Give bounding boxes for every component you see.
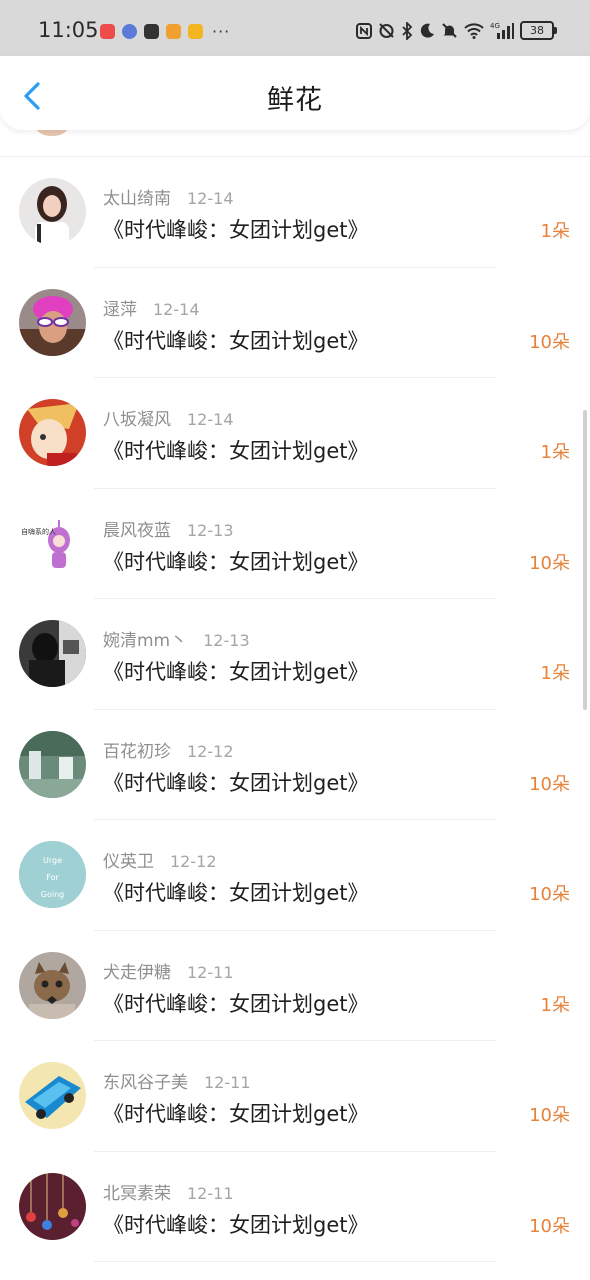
system-icons: 4G 38 xyxy=(356,21,557,40)
item-date: 12-14 xyxy=(153,299,200,319)
item-date: 12-11 xyxy=(204,1073,251,1092)
book-title[interactable]: 《时代峰峻：女团计划get》 xyxy=(103,1209,368,1239)
item-date: 12-12 xyxy=(187,741,234,761)
user-name: 仪英卫 xyxy=(103,852,154,872)
user-name: 婉清mm丶 xyxy=(103,631,188,651)
user-name: 晨风夜蓝 xyxy=(103,520,171,541)
battery-icon: 38 xyxy=(520,21,557,40)
item-date: 12-13 xyxy=(203,631,250,650)
notification-icons: ··· xyxy=(100,21,231,41)
item-date: 12-14 xyxy=(187,410,234,429)
page-title: 鲜花 xyxy=(267,85,323,116)
dark-app-icon xyxy=(144,24,159,39)
alarm-off-icon xyxy=(379,23,394,38)
book-title[interactable]: 《时代峰峻：女团计划get》 xyxy=(103,546,368,576)
item-date: 12-11 xyxy=(187,1183,234,1203)
flower-count: 10朵 xyxy=(529,884,570,905)
book-title[interactable]: 《时代峰峻：女团计划get》 xyxy=(103,325,368,355)
item-date: 12-14 xyxy=(187,189,234,208)
avatar[interactable] xyxy=(19,1062,86,1129)
bluetooth-icon xyxy=(402,21,413,40)
list-item[interactable]: 东风谷子美 12-11 《时代峰峻：女团计划get》 10朵 xyxy=(0,1041,590,1152)
avatar[interactable] xyxy=(19,620,86,687)
list-item[interactable]: 婉清mm丶 12-13 《时代峰峻：女团计划get》 1朵 xyxy=(0,599,590,710)
user-name: 东风谷子美 xyxy=(103,1073,188,1093)
flower-count: 10朵 xyxy=(529,1215,570,1237)
more-notifications: ··· xyxy=(212,21,231,41)
user-name: 八坂凝风 xyxy=(103,410,171,430)
list-item[interactable]: 自嗨系的人 晨风夜蓝 12-13 《时代峰峻：女团计划get》 10朵 xyxy=(0,489,590,599)
avatar[interactable] xyxy=(19,178,86,245)
list-item[interactable]: 逯萍 12-14 《时代峰峻：女团计划get》 10朵 xyxy=(0,268,590,378)
wifi-icon xyxy=(464,22,484,39)
item-date: 12-13 xyxy=(187,520,234,540)
user-name: 逯萍 xyxy=(103,299,137,320)
moon-icon xyxy=(420,23,434,38)
book-title[interactable]: 《时代峰峻：女团计划get》 xyxy=(103,767,368,797)
book-title[interactable]: 《时代峰峻：女团计划get》 xyxy=(103,435,368,465)
avatar[interactable] xyxy=(19,951,86,1019)
list-item[interactable]: 北冥素荣 12-11 《时代峰峻：女团计划get》 10朵 xyxy=(0,1152,590,1262)
flower-count: 10朵 xyxy=(529,773,570,795)
nav-header: 鲜花 xyxy=(0,56,590,130)
flower-count: 1朵 xyxy=(540,442,570,463)
flower-count: 1朵 xyxy=(540,994,570,1016)
list-item[interactable]: 太山绮南 12-14 《时代峰峻：女团计划get》 1朵 xyxy=(0,157,590,268)
nfc-icon xyxy=(356,22,372,39)
item-date: 12-12 xyxy=(170,852,217,871)
item-date: 12-11 xyxy=(187,962,234,982)
avatar[interactable] xyxy=(19,399,86,466)
divider xyxy=(94,1261,496,1262)
avatar-text-line: Urge xyxy=(43,856,62,865)
avatar[interactable] xyxy=(19,1172,86,1240)
list-item[interactable]: Urge For Going 仪英卫 12-12 《时代峰峻：女团计划get》 1… xyxy=(0,820,590,931)
list-item[interactable]: 犬走伊糖 12-11 《时代峰峻：女团计划get》 1朵 xyxy=(0,931,590,1041)
avatar[interactable] xyxy=(19,288,86,356)
flower-count: 10朵 xyxy=(529,331,570,353)
book-title[interactable]: 《时代峰峻：女团计划get》 xyxy=(103,877,368,907)
music-app-icon xyxy=(122,24,137,39)
flower-list: 太山绮南 12-14 《时代峰峻：女团计划get》 1朵 逯萍 12-14 《时代峰… xyxy=(0,157,590,1262)
book-title[interactable]: 《时代峰峻：女团计划get》 xyxy=(103,214,368,244)
avatar-caption: 自嗨系的人 xyxy=(21,527,56,536)
status-time: 11:05 xyxy=(38,18,99,42)
flower-count: 1朵 xyxy=(540,663,570,684)
avatar[interactable]: 自嗨系的人 xyxy=(19,509,86,577)
svg-text:4G: 4G xyxy=(490,22,500,30)
list-item[interactable]: 八坂凝风 12-14 《时代峰峻：女团计划get》 1朵 xyxy=(0,378,590,489)
user-name: 百花初珍 xyxy=(103,741,171,762)
book-title[interactable]: 《时代峰峻：女团计划get》 xyxy=(103,656,368,686)
red-app-icon xyxy=(100,24,115,39)
book-title[interactable]: 《时代峰峻：女团计划get》 xyxy=(103,988,368,1018)
list-item[interactable]: 百花初珍 12-12 《时代峰峻：女团计划get》 10朵 xyxy=(0,710,590,820)
book-title[interactable]: 《时代峰峻：女团计划get》 xyxy=(103,1098,368,1128)
user-name: 太山绮南 xyxy=(103,189,171,209)
scrollbar[interactable] xyxy=(583,410,587,710)
orange-app-icon xyxy=(166,24,181,39)
flower-count: 10朵 xyxy=(529,552,570,574)
mute-icon xyxy=(442,23,457,38)
signal-icon: 4G xyxy=(490,22,514,39)
user-name: 犬走伊糖 xyxy=(103,962,171,983)
avatar-text-line: For xyxy=(46,873,59,882)
flower-count: 1朵 xyxy=(540,221,570,242)
avatar[interactable] xyxy=(19,730,86,798)
yellow-app-icon xyxy=(188,24,203,39)
avatar[interactable]: Urge For Going xyxy=(19,841,86,908)
avatar-text-line: Going xyxy=(41,890,64,899)
status-bar: 11:05 ··· 4G 38 xyxy=(0,0,590,56)
user-name: 北冥素荣 xyxy=(103,1183,171,1204)
flower-count: 10朵 xyxy=(529,1105,570,1126)
